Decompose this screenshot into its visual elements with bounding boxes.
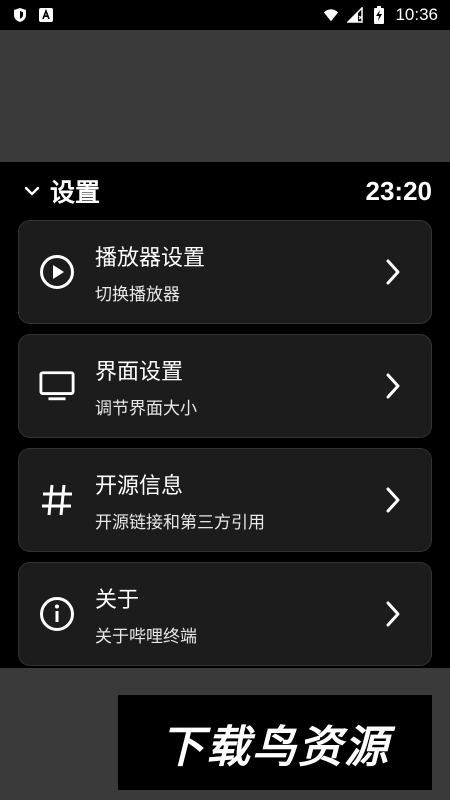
chevron-right-icon [381, 256, 405, 288]
info-icon [39, 596, 75, 632]
play-circle-icon [39, 254, 75, 290]
header-clock: 23:20 [365, 175, 433, 206]
menu-item-title: 播放器设置 [95, 245, 206, 271]
monitor-icon [39, 368, 75, 404]
page-title: 设置 [50, 178, 101, 207]
menu-item-title: 关于 [95, 587, 140, 613]
settings-panel: 设置 23:20 播放器设置 切换播放器 界面设置 调节界面大小 开源信息 开源… [0, 162, 450, 668]
watermark-text: 下载鸟资源 [160, 721, 390, 773]
menu-item-open-source[interactable]: 开源信息 开源链接和第三方引用 [18, 448, 432, 552]
watermark: 下载鸟资源 [118, 695, 432, 790]
menu-item-title: 界面设置 [95, 359, 184, 385]
status-bar: 10:36 [0, 0, 450, 30]
chevron-down-icon[interactable] [22, 181, 42, 201]
battery-charging-icon [371, 6, 387, 24]
top-backdrop [0, 30, 450, 162]
chevron-right-icon [381, 484, 405, 516]
menu-item-subtitle: 关于哔哩终端 [95, 626, 197, 647]
menu-item-subtitle: 开源链接和第三方引用 [95, 512, 265, 533]
status-time: 10:36 [395, 5, 438, 24]
shield-icon [12, 7, 28, 23]
menu-item-about[interactable]: 关于 关于哔哩终端 [18, 562, 432, 666]
chevron-right-icon [381, 370, 405, 402]
menu-item-player-settings[interactable]: 播放器设置 切换播放器 [18, 220, 432, 324]
menu-item-subtitle: 切换播放器 [95, 284, 180, 305]
menu-item-interface-settings[interactable]: 界面设置 调节界面大小 [18, 334, 432, 438]
hash-icon [39, 482, 75, 518]
wifi-icon [323, 7, 339, 23]
menu-item-subtitle: 调节界面大小 [95, 398, 197, 419]
chevron-right-icon [381, 598, 405, 630]
a-badge-icon [38, 7, 54, 23]
menu-item-title: 开源信息 [95, 473, 184, 499]
settings-header: 设置 23:20 [0, 162, 450, 220]
signal-icon [347, 7, 364, 23]
